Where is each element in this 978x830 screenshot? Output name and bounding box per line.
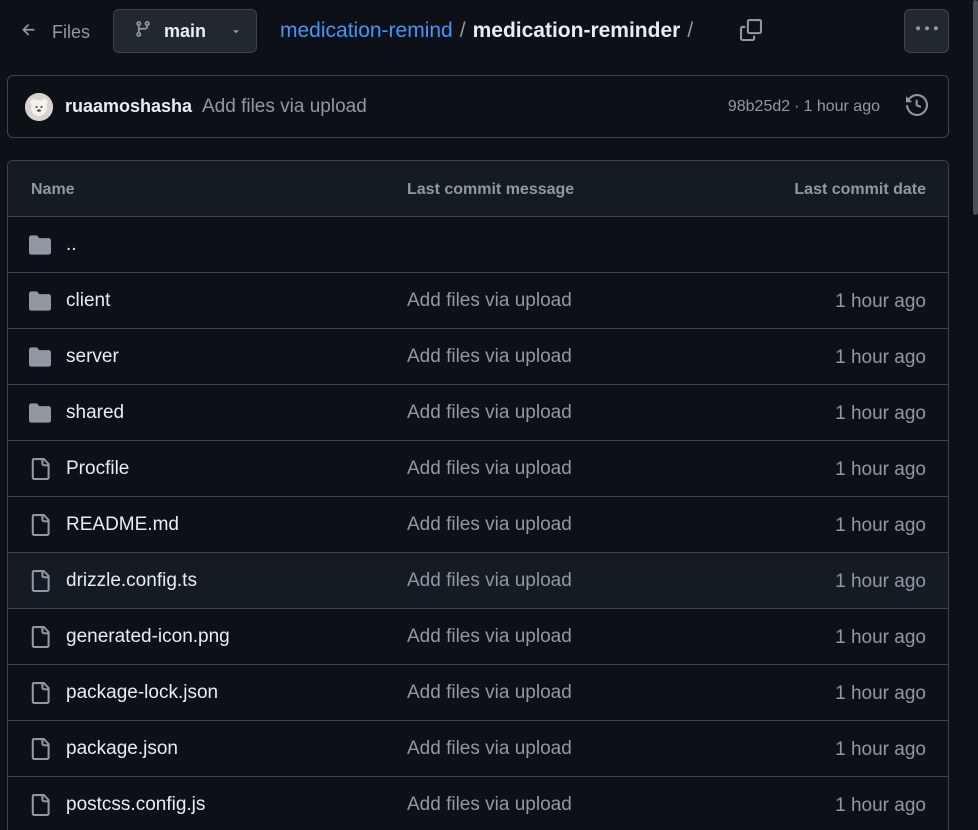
table-row[interactable]: postcss.config.js Add files via upload 1 h… xyxy=(8,777,948,830)
folder-icon xyxy=(29,290,51,312)
file-icon xyxy=(29,794,51,816)
table-row[interactable]: README.md Add files via upload 1 hour ago xyxy=(8,497,948,553)
file-name-link[interactable]: package.json xyxy=(66,738,178,760)
folder-icon xyxy=(29,346,51,368)
file-name-link[interactable]: Procfile xyxy=(66,458,129,480)
commit-author-link[interactable]: ruaamoshasha xyxy=(65,96,192,117)
arrow-left-icon xyxy=(20,21,38,44)
file-name-link[interactable]: package-lock.json xyxy=(66,682,218,704)
commit-date: 1 hour ago xyxy=(835,291,926,312)
copy-path-button[interactable] xyxy=(733,14,769,50)
history-icon xyxy=(906,93,929,121)
commit-message-link[interactable]: Add files via upload xyxy=(407,514,572,536)
folder-icon xyxy=(29,234,51,256)
file-icon xyxy=(29,514,51,536)
breadcrumb-separator: / xyxy=(687,19,694,42)
commit-date: 1 hour ago xyxy=(835,571,926,592)
commit-sha-link[interactable]: 98b25d2 xyxy=(728,98,790,116)
breadcrumb: medication-remind / medication-reminder … xyxy=(280,19,700,43)
commit-message-link[interactable]: Add files via upload xyxy=(407,458,572,480)
table-row[interactable]: server Add files via upload 1 hour ago xyxy=(8,329,948,385)
table-row[interactable]: drizzle.config.ts Add files via upload 1 h… xyxy=(8,553,948,609)
file-icon xyxy=(29,458,51,480)
commit-message-link[interactable]: Add files via upload xyxy=(407,290,572,312)
table-row[interactable]: package.json Add files via upload 1 hour a… xyxy=(8,721,948,777)
file-name-link[interactable]: shared xyxy=(66,402,124,424)
file-browser-topbar: Files main medication-remind / medicatio… xyxy=(0,0,978,64)
history-button[interactable] xyxy=(902,92,932,122)
meta-separator: · xyxy=(794,98,800,115)
file-icon xyxy=(29,626,51,648)
file-name-link[interactable]: client xyxy=(66,290,110,312)
commit-message-link[interactable]: Add files via upload xyxy=(407,794,572,816)
commit-date: 1 hour ago xyxy=(835,683,926,704)
commit-date: 1 hour ago xyxy=(835,627,926,648)
file-rows: .. client Add files via upload 1 hour ago se… xyxy=(8,217,948,830)
file-table: Name Last commit message Last commit dat… xyxy=(7,160,949,830)
file-name-link[interactable]: server xyxy=(66,346,119,368)
breadcrumb-current-folder: medication-reminder xyxy=(472,19,681,42)
table-row[interactable]: package-lock.json Add files via upload 1 h… xyxy=(8,665,948,721)
commit-date: 1 hour ago xyxy=(835,403,926,424)
file-icon xyxy=(29,682,51,704)
file-name-link[interactable]: generated-icon.png xyxy=(66,626,230,648)
kebab-horizontal-icon xyxy=(915,18,938,45)
commit-date: 1 hour ago xyxy=(835,459,926,480)
breadcrumb-separator: / xyxy=(459,19,466,42)
breadcrumb-repo-link[interactable]: medication-remind xyxy=(280,19,453,43)
file-icon xyxy=(29,738,51,760)
latest-commit-box: ruaamoshasha Add files via upload 98b25d… xyxy=(7,75,949,138)
table-row[interactable]: generated-icon.png Add files via upload 1 … xyxy=(8,609,948,665)
more-options-button[interactable] xyxy=(904,9,949,53)
branch-selector-button[interactable]: main xyxy=(113,9,257,53)
commit-date: 1 hour ago xyxy=(835,347,926,368)
scrollbar-thumb[interactable] xyxy=(973,0,978,215)
parent-directory-link[interactable]: .. xyxy=(66,234,77,256)
commit-message-link[interactable]: Add files via upload xyxy=(407,346,572,368)
folder-icon xyxy=(29,402,51,424)
file-icon xyxy=(29,570,51,592)
table-row[interactable]: Procfile Add files via upload 1 hour ago xyxy=(8,441,948,497)
back-to-files-button[interactable]: Files xyxy=(12,12,102,52)
column-header-name: Name xyxy=(31,181,75,198)
commit-message-link[interactable]: Add files via upload xyxy=(407,682,572,704)
copy-icon xyxy=(740,18,762,46)
column-header-date: Last commit date xyxy=(794,181,926,198)
table-row[interactable]: .. xyxy=(8,217,948,273)
column-header-message: Last commit message xyxy=(407,181,575,198)
commit-date: 1 hour ago xyxy=(835,795,926,816)
branch-name: main xyxy=(164,20,207,41)
file-name-link[interactable]: README.md xyxy=(66,514,179,536)
commit-message-link[interactable]: Add files via upload xyxy=(407,738,572,760)
back-label: Files xyxy=(52,21,91,42)
commit-date: 1 hour ago xyxy=(835,739,926,760)
commit-message-link[interactable]: Add files via upload xyxy=(202,96,367,118)
caret-down-icon xyxy=(230,21,242,42)
table-header: Name Last commit message Last commit dat… xyxy=(8,161,948,217)
commit-message-link[interactable]: Add files via upload xyxy=(407,570,572,592)
commit-message-link[interactable]: Add files via upload xyxy=(407,402,572,424)
commit-time: 1 hour ago xyxy=(803,98,880,115)
file-name-link[interactable]: drizzle.config.ts xyxy=(66,570,197,592)
avatar[interactable] xyxy=(25,93,53,121)
commit-meta: 98b25d2 · 1 hour ago xyxy=(728,98,880,116)
table-row[interactable]: shared Add files via upload 1 hour ago xyxy=(8,385,948,441)
git-branch-icon xyxy=(134,20,152,43)
file-name-link[interactable]: postcss.config.js xyxy=(66,794,205,816)
table-row[interactable]: client Add files via upload 1 hour ago xyxy=(8,273,948,329)
commit-date: 1 hour ago xyxy=(835,515,926,536)
commit-message-link[interactable]: Add files via upload xyxy=(407,626,572,648)
